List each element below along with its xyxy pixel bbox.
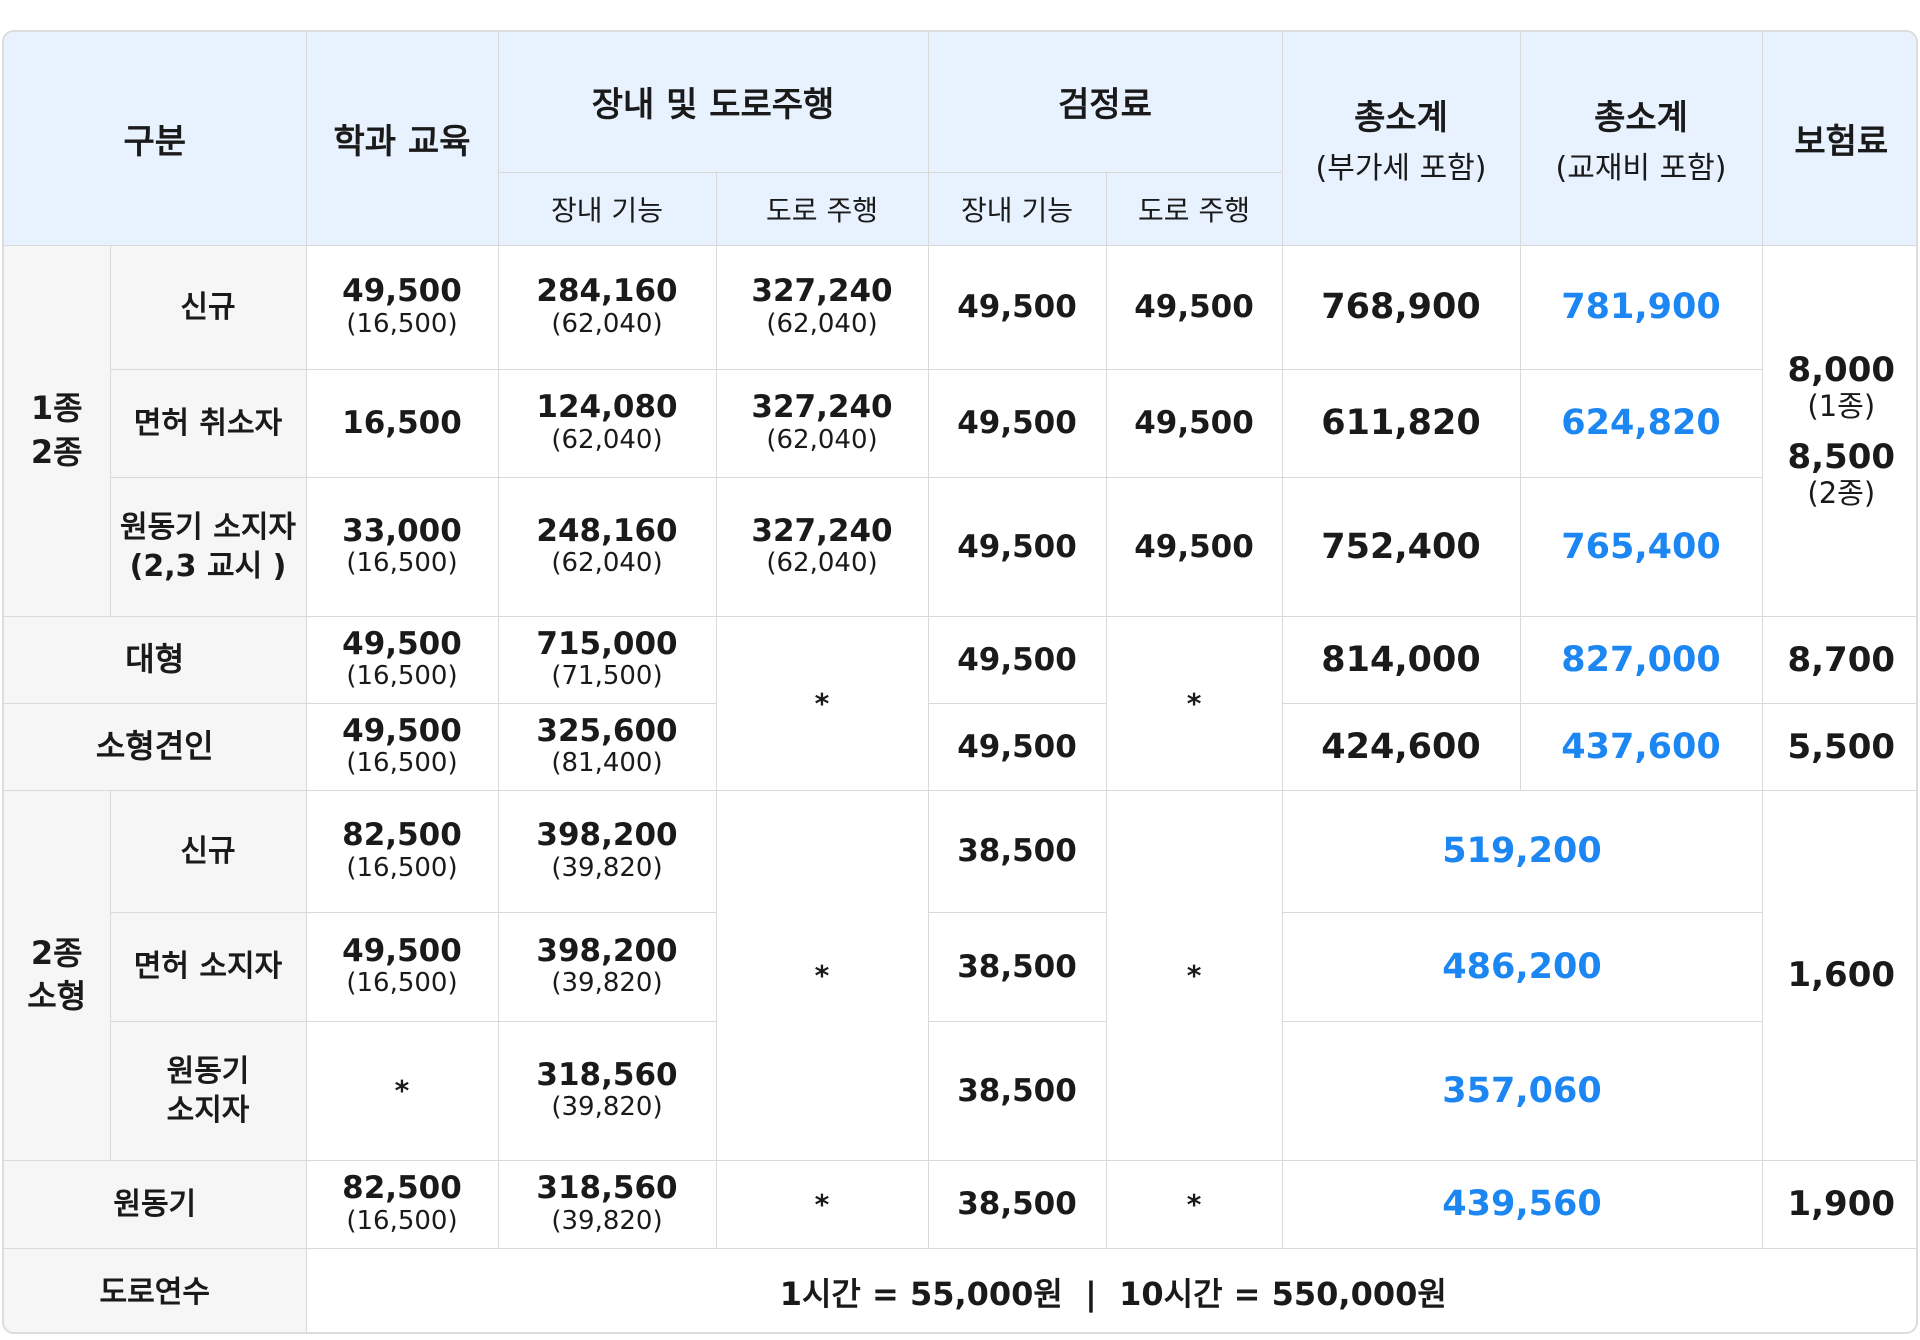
exam-road-fee: 49,500 [1105, 244, 1283, 370]
header-total-book: 총소계 (교재비 포함) [1519, 32, 1763, 246]
row-label: 원동기 [4, 1159, 307, 1249]
total-vat: 752,400 [1281, 476, 1521, 617]
exam-road-na: * [1105, 1159, 1283, 1249]
theory-fee: 82,500 (16,500) [305, 1159, 499, 1249]
theory-fee: 49,500 (16,500) [305, 702, 499, 791]
road-fee: 327,240 (62,040) [715, 244, 929, 370]
total-book: 827,000 [1519, 615, 1763, 704]
course-fee: 124,080 (62,040) [497, 368, 717, 478]
exam-road-na: * [1105, 789, 1283, 1161]
exam-road-fee: 49,500 [1105, 476, 1283, 617]
table-row: 대형 49,500 (16,500) 715,000 (71,500) * 49,5… [4, 615, 1916, 791]
header-exam-course: 장내 기능 [927, 171, 1107, 246]
row-label: 신규 [109, 789, 307, 913]
row-label: 면허 취소자 [110, 368, 307, 478]
row-label: 신규 [109, 244, 307, 370]
exam-course-fee: 49,500 [927, 244, 1107, 370]
total-book: 781,900 [1519, 244, 1763, 370]
row-label: 도로연수 [4, 1247, 307, 1332]
course-fee: 398,200 (39,820) [497, 911, 717, 1022]
table-row: 면허 취소자 16,500 124,080 (62,040) 327,240 (62… [4, 368, 1916, 478]
header-driving-course: 장내 기능 [498, 171, 717, 246]
road-fee-na: * [715, 1159, 929, 1249]
road-fee-na: * [715, 615, 929, 791]
insurance-fee: 8,700 [1761, 615, 1916, 704]
total-fee: 357,060 [1281, 1020, 1763, 1161]
course-fee: 318,560 (39,820) [497, 1020, 717, 1161]
road-fee-na: * [715, 789, 929, 1161]
table-row: 2종 소형 신규 82,500 (16,500) 398,200 (39,820) *… [4, 789, 1916, 1161]
exam-course-fee: 38,500 [927, 1020, 1107, 1161]
course-fee: 325,600 (81,400) [497, 702, 717, 791]
total-vat: 768,900 [1281, 244, 1521, 370]
road-training-price: 1시간 = 55,000원 | 10시간 = 550,000원 [305, 1247, 1916, 1332]
header-exam-road: 도로 주행 [1105, 171, 1283, 246]
theory-fee: 49,500 (16,500) [305, 244, 499, 370]
theory-fee: 49,500 (16,500) [305, 615, 499, 704]
group-label: 2종 소형 [4, 789, 111, 1161]
course-fee: 284,160 (62,040) [497, 244, 717, 370]
row-label: 소형견인 [4, 702, 307, 791]
course-fee: 715,000 (71,500) [497, 615, 717, 704]
row-label: 면허 소지자 [110, 911, 307, 1022]
total-book: 437,600 [1519, 702, 1763, 791]
theory-fee: 49,500 (16,500) [305, 911, 499, 1022]
total-vat: 611,820 [1281, 368, 1521, 478]
road-fee: 327,240 (62,040) [715, 476, 929, 617]
fee-table-container: 구분 학과 교육 장내 및 도로주행 검정료 총소계 (부가세 포함) 총소계 (교… [2, 30, 1918, 1334]
theory-fee: 16,500 [305, 368, 499, 478]
table-row: 소형견인 49,500 (16,500) 325,600 (81,400) 49,5… [4, 702, 1916, 791]
insurance-fee: 5,500 [1761, 702, 1916, 791]
exam-course-fee: 49,500 [927, 615, 1107, 704]
group-label: 1종 2종 [4, 244, 111, 617]
exam-course-fee: 49,500 [927, 368, 1107, 478]
table-row: 1종 2종 신규 49,500 (16,500) 284,160 (62,040) 3… [4, 244, 1916, 617]
fee-table: 구분 학과 교육 장내 및 도로주행 검정료 총소계 (부가세 포함) 총소계 (교… [4, 32, 1916, 1332]
course-fee: 248,160 (62,040) [497, 476, 717, 617]
insurance-fee: 1,900 [1761, 1159, 1916, 1249]
table-row: 면허 소지자 49,500 (16,500) 398,200 (39,820) 38… [4, 911, 1916, 1022]
total-book: 624,820 [1519, 368, 1763, 478]
table-row: 원동기 82,500 (16,500) 318,560 (39,820) * 38,… [4, 1159, 1916, 1249]
table-row: 원동기 소지자 (2,3 교시 ) 33,000 (16,500) 248,160(… [4, 476, 1916, 617]
exam-road-na: * [1105, 615, 1283, 791]
table-row: 원동기 소지자 * 318,560 (39,820) 38,500 357,060 [4, 1020, 1916, 1161]
exam-course-fee: 38,500 [927, 789, 1107, 913]
row-label: 원동기 소지자 [110, 1020, 307, 1161]
table-row: 도로연수 1시간 = 55,000원 | 10시간 = 550,000원 [4, 1247, 1916, 1332]
course-fee: 318,560 (39,820) [497, 1159, 717, 1249]
total-fee: 486,200 [1281, 911, 1763, 1022]
row-label: 대형 [4, 615, 307, 704]
road-fee: 327,240 (62,040) [715, 368, 929, 478]
theory-fee-na: * [305, 1020, 499, 1161]
exam-course-fee: 38,500 [927, 1159, 1107, 1249]
total-vat: 424,600 [1281, 702, 1521, 791]
theory-fee: 33,000 (16,500) [305, 476, 499, 617]
total-fee: 519,200 [1281, 789, 1763, 913]
header-driving: 장내 및 도로주행 [497, 32, 929, 173]
exam-road-fee: 49,500 [1105, 368, 1283, 478]
header-exam: 검정료 [927, 32, 1283, 173]
header-category: 구분 [4, 32, 307, 246]
row-label: 원동기 소지자 (2,3 교시 ) [110, 476, 307, 617]
exam-course-fee: 49,500 [927, 476, 1107, 617]
total-fee: 439,560 [1281, 1159, 1763, 1249]
header-insurance: 보험료 [1761, 32, 1916, 246]
course-fee: 398,200 (39,820) [497, 789, 717, 913]
insurance-fee: 8,000 (1종) 8,500 (2종) [1761, 244, 1916, 617]
insurance-fee: 1,600 [1761, 789, 1916, 1161]
total-book: 765,400 [1519, 476, 1763, 617]
header-total-vat: 총소계 (부가세 포함) [1281, 32, 1521, 246]
theory-fee: 82,500 (16,500) [305, 789, 499, 913]
total-vat: 814,000 [1281, 615, 1521, 704]
exam-course-fee: 38,500 [927, 911, 1107, 1022]
header-driving-road: 도로 주행 [715, 171, 929, 246]
header-theory: 학과 교육 [305, 32, 499, 246]
exam-course-fee: 49,500 [927, 702, 1107, 791]
